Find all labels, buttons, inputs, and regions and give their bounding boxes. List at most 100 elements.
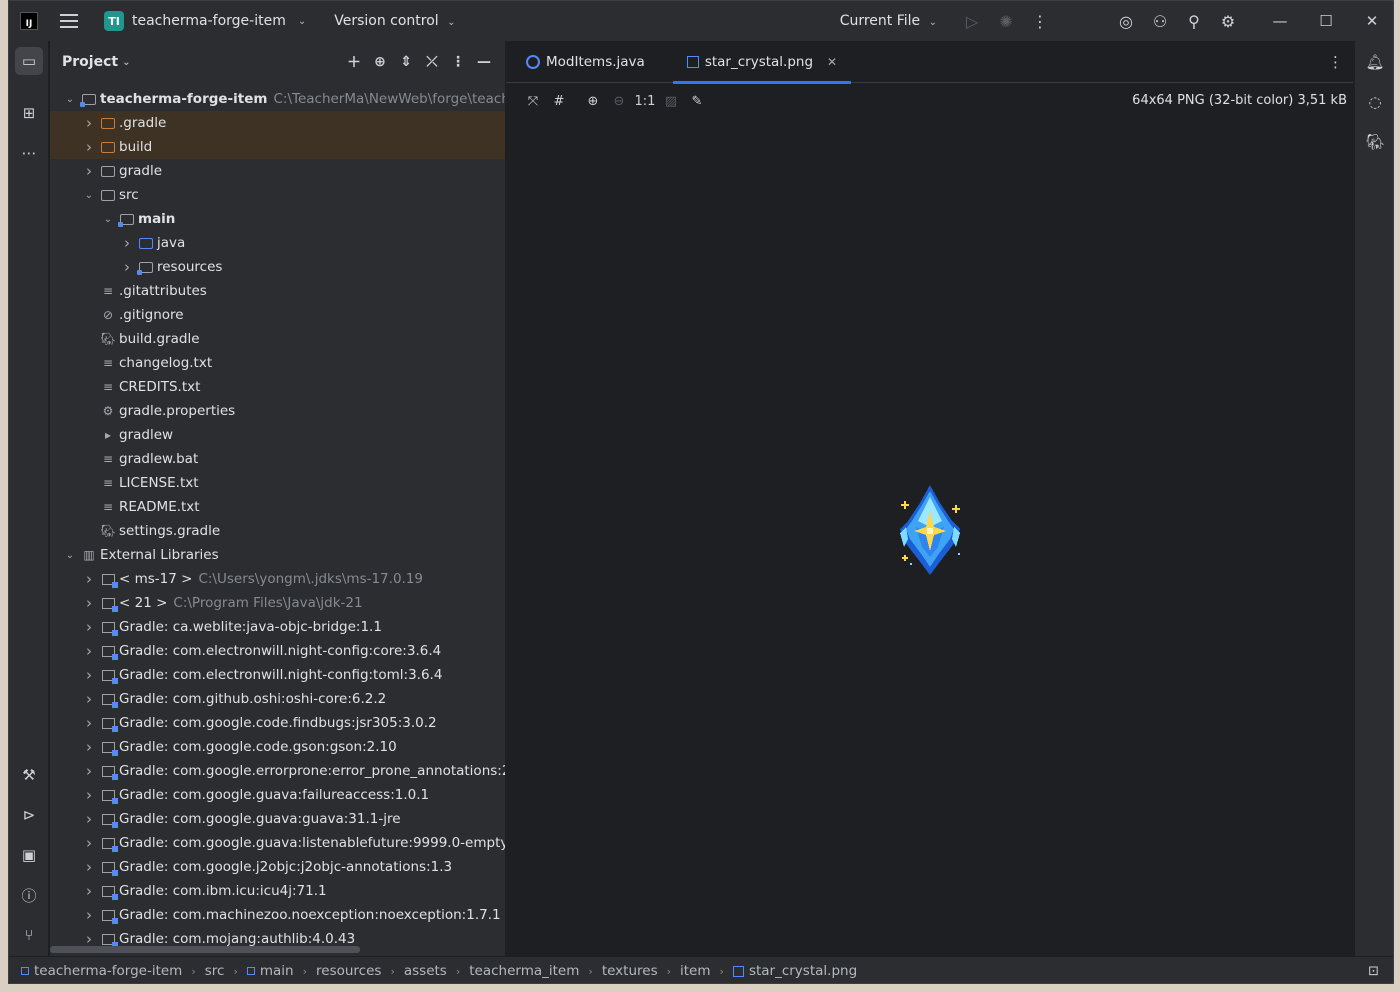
tree-item[interactable]: ⌄ main: [50, 207, 505, 231]
zoom-in-icon[interactable]: ⊕: [580, 94, 606, 109]
structure-tool-icon[interactable]: ⊞: [15, 99, 43, 127]
chevron-right-icon[interactable]: ›: [119, 234, 135, 252]
project-switcher[interactable]: TI teacherma-forge-item ⌄: [104, 11, 306, 31]
grid-toggle-icon[interactable]: #: [546, 94, 572, 109]
chevron-down-icon[interactable]: ⌄: [81, 190, 97, 201]
services-icon[interactable]: ⊳: [15, 801, 43, 829]
tree-item[interactable]: ≡ README.txt: [50, 495, 505, 519]
code-with-me-icon[interactable]: ⚇: [1143, 1, 1177, 41]
more-tools-icon[interactable]: ⋯: [15, 139, 43, 167]
tree-item[interactable]: ≡ gradlew.bat: [50, 447, 505, 471]
tree-item[interactable]: › Gradle: com.google.errorprone:error_pro…: [50, 759, 505, 783]
git-icon[interactable]: ⑂: [15, 921, 43, 949]
chevron-right-icon[interactable]: ›: [81, 666, 97, 684]
tree-item[interactable]: › java: [50, 231, 505, 255]
chevron-right-icon[interactable]: ›: [81, 810, 97, 828]
chevron-right-icon[interactable]: ›: [81, 114, 97, 132]
chevron-right-icon[interactable]: ›: [81, 570, 97, 588]
tree-item[interactable]: › build: [50, 135, 505, 159]
chevron-right-icon[interactable]: ›: [81, 618, 97, 636]
tree-item[interactable]: ⌄ teacherma-forge-item C:\TeacherMa\NewWeb…: [50, 87, 505, 111]
tree-item[interactable]: › < ms-17 > C:\Users\yongm\.jdks\ms-17.0.1…: [50, 567, 505, 591]
tree-item[interactable]: ≡ .gitattributes: [50, 279, 505, 303]
breadcrumb-item[interactable]: teacherma-forge-item: [21, 963, 182, 979]
tab-moditems-java[interactable]: ModItems.java: [512, 41, 659, 83]
chevron-right-icon[interactable]: ›: [81, 162, 97, 180]
tree-item[interactable]: › gradle: [50, 159, 505, 183]
tree-item[interactable]: › Gradle: com.google.j2objc:j2objc-annota…: [50, 855, 505, 879]
collapse-all-icon[interactable]: ⤫: [419, 54, 445, 70]
ai-assistant-icon[interactable]: ◎: [1109, 1, 1143, 41]
tree-item[interactable]: ⊘ .gitignore: [50, 303, 505, 327]
breadcrumb-item[interactable]: star_crystal.png: [732, 963, 857, 979]
tree-item[interactable]: ≡ CREDITS.txt: [50, 375, 505, 399]
tree-item[interactable]: › .gradle: [50, 111, 505, 135]
tree-item[interactable]: ▸ gradlew: [50, 423, 505, 447]
tree-item[interactable]: › Gradle: com.google.guava:guava:31.1-jre: [50, 807, 505, 831]
maximize-window-button[interactable]: ☐: [1303, 1, 1349, 41]
build-hammer-icon[interactable]: ⚒: [15, 761, 43, 789]
tab-star-crystal-png[interactable]: star_crystal.png ✕: [672, 41, 852, 84]
chevron-right-icon[interactable]: ›: [81, 738, 97, 756]
tree-item[interactable]: ≡ changelog.txt: [50, 351, 505, 375]
project-view-selector[interactable]: Project: [62, 54, 118, 70]
chevron-right-icon[interactable]: ›: [81, 690, 97, 708]
chevron-right-icon[interactable]: ›: [81, 642, 97, 660]
color-picker-icon[interactable]: ✎: [684, 94, 710, 109]
search-icon[interactable]: ⚲: [1177, 1, 1211, 41]
actual-size-button[interactable]: 1:1: [632, 94, 658, 109]
background-toggle-icon[interactable]: ▨: [658, 94, 684, 109]
chevron-down-icon[interactable]: ⌄: [100, 214, 116, 225]
tree-item[interactable]: › Gradle: com.google.code.findbugs:jsr305…: [50, 711, 505, 735]
chevron-down-icon[interactable]: ⌄: [62, 550, 78, 561]
gradle-icon[interactable]: 🐘︎: [1362, 129, 1388, 155]
problems-icon[interactable]: ⓘ: [15, 881, 43, 909]
chevron-right-icon[interactable]: ›: [81, 762, 97, 780]
tree-item[interactable]: ⌄ ▥ External Libraries: [50, 543, 505, 567]
version-control-menu[interactable]: Version control ⌄: [334, 13, 455, 29]
tree-item[interactable]: › Gradle: com.google.code.gson:gson:2.10: [50, 735, 505, 759]
tab-actions-icon[interactable]: ⋮: [1328, 53, 1343, 71]
settings-gear-icon[interactable]: ⚙: [1211, 1, 1245, 41]
chevron-down-icon[interactable]: ⌄: [62, 94, 78, 105]
breadcrumb-item[interactable]: main: [246, 963, 294, 979]
tree-item[interactable]: › < 21 > C:\Program Files\Java\jdk-21: [50, 591, 505, 615]
close-tab-icon[interactable]: ✕: [827, 55, 837, 69]
tree-item[interactable]: ⚙ gradle.properties: [50, 399, 505, 423]
chevron-right-icon[interactable]: ›: [81, 834, 97, 852]
breadcrumb-item[interactable]: src: [205, 963, 225, 979]
chevron-right-icon[interactable]: ›: [81, 906, 97, 924]
tree-item[interactable]: › Gradle: com.google.guava:failureaccess:…: [50, 783, 505, 807]
intellij-logo-icon[interactable]: IJ: [20, 12, 38, 30]
hide-panel-icon[interactable]: —: [471, 54, 497, 70]
tree-item[interactable]: › resources: [50, 255, 505, 279]
breadcrumb-item[interactable]: item: [680, 963, 711, 979]
breadcrumb-item[interactable]: resources: [316, 963, 381, 979]
tree-item[interactable]: › Gradle: com.ibm.icu:icu4j:71.1: [50, 879, 505, 903]
new-file-icon[interactable]: ＋: [341, 52, 367, 72]
chevron-right-icon[interactable]: ›: [81, 786, 97, 804]
ai-chat-icon[interactable]: ◌: [1362, 89, 1388, 115]
run-configuration-selector[interactable]: Current File ⌄: [840, 13, 937, 29]
breadcrumb-item[interactable]: textures: [602, 963, 658, 979]
options-icon[interactable]: ⋮: [445, 54, 471, 70]
chevron-right-icon[interactable]: ›: [119, 258, 135, 276]
tree-item[interactable]: › Gradle: com.machinezoo.noexception:noex…: [50, 903, 505, 927]
read-only-lock-icon[interactable]: ⊡: [1368, 964, 1379, 979]
tree-item[interactable]: 🐘︎ build.gradle: [50, 327, 505, 351]
chevron-right-icon[interactable]: ›: [81, 858, 97, 876]
horizontal-scrollbar[interactable]: [50, 946, 360, 953]
expand-all-icon[interactable]: ⇕: [393, 54, 419, 70]
fit-zoom-icon[interactable]: ⤧: [520, 94, 546, 109]
run-icon[interactable]: ▷: [955, 1, 989, 41]
project-tool-icon[interactable]: ▭: [15, 47, 43, 75]
breadcrumb-item[interactable]: teacherma_item: [469, 963, 579, 979]
chevron-down-icon[interactable]: ⌄: [122, 57, 130, 68]
tree-item[interactable]: 🐘︎ settings.gradle: [50, 519, 505, 543]
tree-item[interactable]: ≡ LICENSE.txt: [50, 471, 505, 495]
chevron-right-icon[interactable]: ›: [81, 594, 97, 612]
tree-item[interactable]: › Gradle: com.google.guava:listenablefutu…: [50, 831, 505, 855]
chevron-right-icon[interactable]: ›: [81, 714, 97, 732]
select-opened-file-icon[interactable]: ⊕: [367, 54, 393, 70]
zoom-out-icon[interactable]: ⊖: [606, 94, 632, 109]
